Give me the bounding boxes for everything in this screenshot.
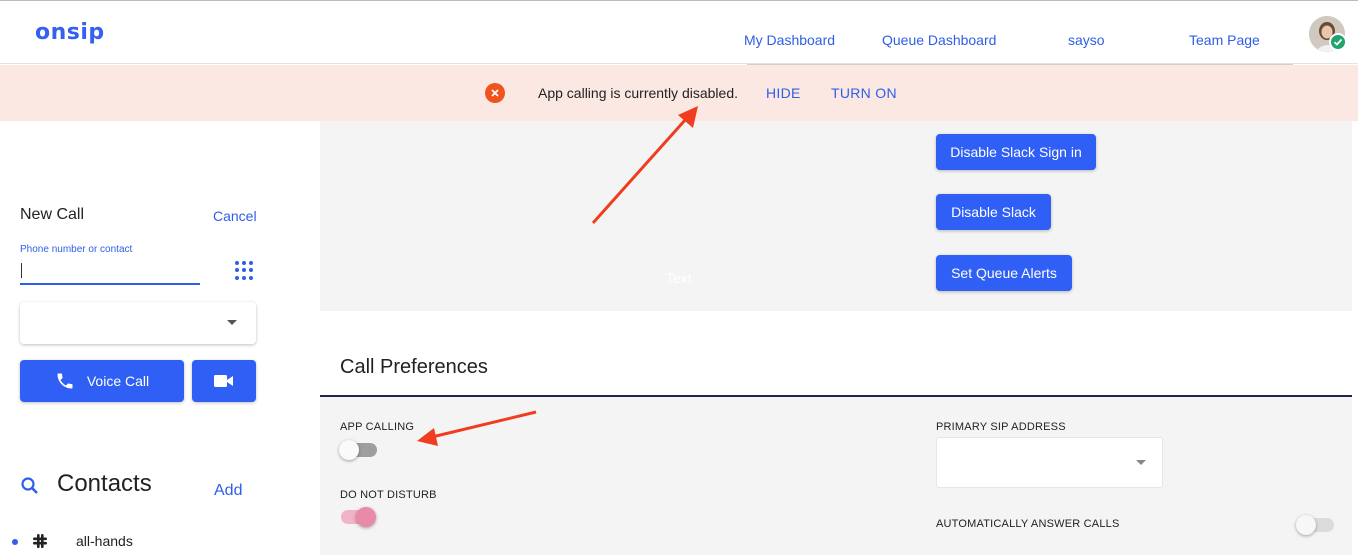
nav-sayso[interactable]: sayso <box>1068 32 1105 48</box>
video-camera-icon <box>213 373 235 389</box>
disable-slack-sign-in-button[interactable]: Disable Slack Sign in <box>936 134 1096 170</box>
add-contact-button[interactable]: Add <box>214 482 242 500</box>
banner-turn-on-button[interactable]: TURN ON <box>831 85 897 101</box>
call-preferences-title: Call Preferences <box>340 356 488 378</box>
auto-answer-label: AUTOMATICALLY ANSWER CALLS <box>936 518 1120 530</box>
banner-message: App calling is currently disabled. <box>538 85 738 101</box>
contacts-title: Contacts <box>57 470 152 497</box>
caller-id-select[interactable] <box>20 302 256 344</box>
search-icon[interactable] <box>20 476 40 501</box>
nav-my-dashboard[interactable]: My Dashboard <box>744 32 835 48</box>
phone-number-input[interactable] <box>20 259 200 285</box>
do-not-disturb-toggle[interactable] <box>341 507 376 527</box>
video-call-button[interactable] <box>192 360 256 402</box>
online-status-check-icon <box>1329 33 1347 51</box>
toggle-knob <box>356 507 376 527</box>
chevron-down-icon <box>227 320 237 325</box>
app-calling-label: APP CALLING <box>340 421 415 433</box>
left-sidebar: New Call Cancel Phone number or contact … <box>0 121 320 555</box>
chevron-down-icon <box>1136 460 1146 465</box>
toggle-knob <box>339 440 359 460</box>
ghost-text-label: Text <box>666 270 692 286</box>
banner-hide-button[interactable]: HIDE <box>766 85 801 101</box>
voice-call-label: Voice Call <box>86 373 150 389</box>
voice-call-button[interactable]: Voice Call <box>20 360 184 402</box>
top-header: onsip My Dashboard Queue Dashboard sayso… <box>0 0 1358 65</box>
list-item[interactable]: all-hands <box>0 530 320 552</box>
set-queue-alerts-button[interactable]: Set Queue Alerts <box>936 255 1072 291</box>
text-cursor <box>21 263 22 278</box>
app-calling-disabled-banner: App calling is currently disabled. HIDE … <box>0 65 1358 121</box>
auto-answer-toggle[interactable] <box>1296 515 1334 535</box>
slack-icon <box>32 533 48 554</box>
unread-dot <box>12 539 18 545</box>
call-preferences-panel <box>320 397 1352 555</box>
contact-name: all-hands <box>76 533 133 549</box>
nav-team-page[interactable]: Team Page <box>1189 32 1260 48</box>
do-not-disturb-label: DO NOT DISTURB <box>340 489 437 501</box>
app-calling-toggle[interactable] <box>339 440 377 460</box>
toggle-knob <box>1296 515 1316 535</box>
disable-slack-button[interactable]: Disable Slack <box>936 194 1051 230</box>
dialpad-icon[interactable] <box>235 261 253 281</box>
cancel-button[interactable]: Cancel <box>213 208 257 224</box>
primary-sip-address-label: PRIMARY SIP ADDRESS <box>936 421 1066 433</box>
integrations-panel <box>320 121 1352 311</box>
error-circle-icon <box>485 83 505 103</box>
nav-queue-dashboard[interactable]: Queue Dashboard <box>882 32 996 48</box>
new-call-title: New Call <box>20 206 85 223</box>
phone-input-label: Phone number or contact <box>20 244 133 255</box>
primary-sip-address-select[interactable] <box>936 437 1163 488</box>
phone-icon <box>55 371 75 391</box>
onsip-logo[interactable]: onsip <box>35 20 105 45</box>
